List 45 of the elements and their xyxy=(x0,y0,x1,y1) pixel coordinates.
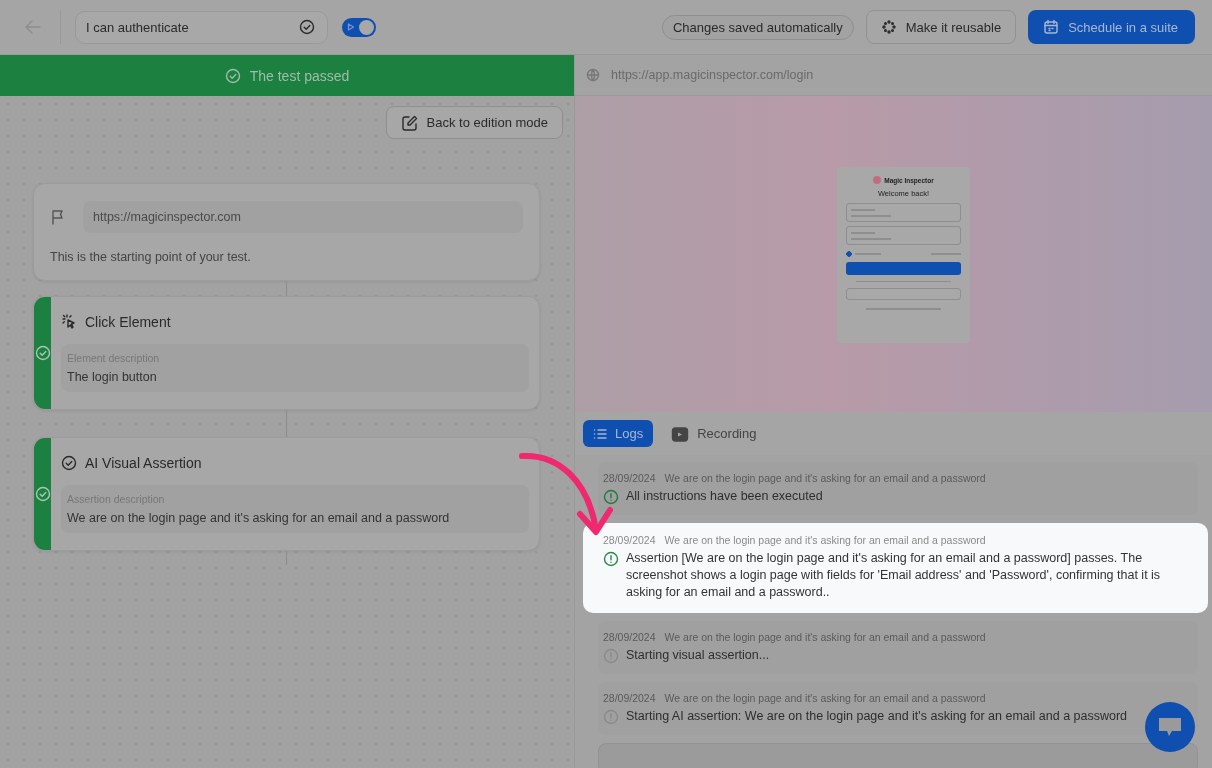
log-message: Starting visual assertion... xyxy=(626,647,770,664)
field-value: The login button xyxy=(67,370,158,384)
log-context: We are on the login page and it's asking for an email and a password xyxy=(664,534,986,546)
play-icon xyxy=(347,23,355,31)
log-context: We are on the login page and it's asking for an email and a password xyxy=(664,692,986,704)
log-context: We are on the login page and it's asking for an email and a password xyxy=(664,631,986,643)
globe-icon xyxy=(586,68,600,82)
saved-status-badge: Changes saved automatically xyxy=(661,14,854,40)
field-value: We are on the login page and it's asking for an email and a password xyxy=(67,511,451,525)
check-circle-icon xyxy=(224,67,241,84)
log-date: 28/09/2024 xyxy=(603,472,656,484)
schedule-button[interactable]: Schedule in a suite xyxy=(1028,10,1195,44)
reusable-button[interactable]: Make it reusable xyxy=(865,10,1017,44)
cursor-click-icon xyxy=(61,314,77,330)
log-date: 28/09/2024 xyxy=(603,692,656,704)
logs-tab[interactable]: Logs xyxy=(583,420,654,447)
log-date: 28/09/2024 xyxy=(603,534,656,546)
run-toggle[interactable] xyxy=(342,17,376,37)
log-message: Assertion [We are on the login page and it's asking for an email and a password] passes. The screenshot shows a login page with fields for 'Email address' and 'Password', confirming that it is asking for an email and a password.. xyxy=(626,550,1162,601)
recording-tab[interactable]: Recording xyxy=(661,420,767,447)
list-icon xyxy=(593,426,607,441)
check-circle-icon xyxy=(34,345,51,361)
log-message: All instructions have been executed xyxy=(626,488,823,505)
step-title: AI Visual Assertion xyxy=(85,455,202,471)
step-title: Click Element xyxy=(85,314,171,330)
dotted-circle-icon xyxy=(880,19,897,35)
back-arrow-icon xyxy=(24,19,42,35)
check-circle-icon xyxy=(61,455,77,471)
check-circle-icon xyxy=(299,19,315,35)
status-text: The test passed xyxy=(249,67,350,84)
start-url-field[interactable]: https://magicinspector.com xyxy=(83,201,523,233)
log-message: Starting AI assertion: We are on the login page and it's asking for an email and a password xyxy=(626,708,1128,725)
flag-icon xyxy=(50,209,66,225)
logo-icon xyxy=(873,176,882,184)
test-name-field[interactable]: I can authenticate xyxy=(75,10,328,44)
log-context: We are on the login page and it's asking for an email and a password xyxy=(664,472,986,484)
video-icon xyxy=(671,424,690,443)
log-date: 28/09/2024 xyxy=(603,631,656,643)
check-circle-icon xyxy=(34,486,51,502)
test-name: I can authenticate xyxy=(86,19,189,35)
edit-icon xyxy=(400,113,419,132)
page-url: https://app.magicinspector.com/login xyxy=(611,68,814,82)
calendar-icon xyxy=(1043,19,1060,35)
start-note: This is the starting point of your test. xyxy=(50,250,252,264)
back-to-edit-button[interactable]: Back to edition mode xyxy=(385,106,563,139)
